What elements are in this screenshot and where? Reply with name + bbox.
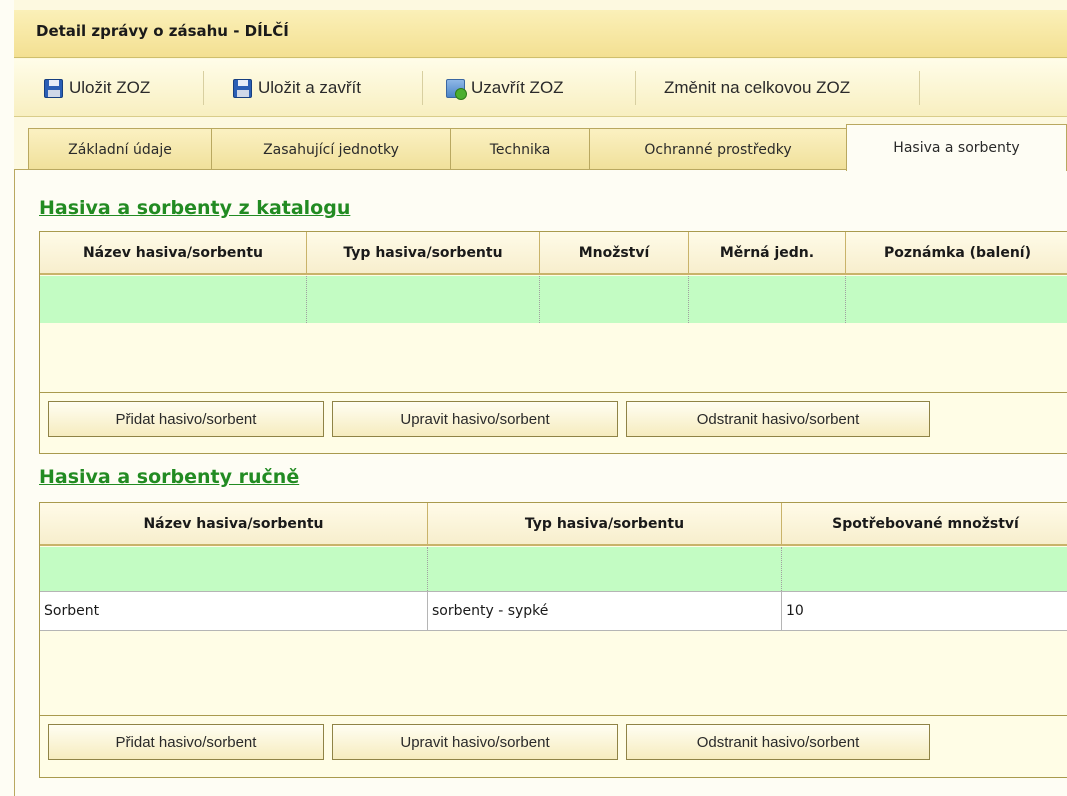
- table-cell: [540, 276, 689, 323]
- tab-strip: Základní údaje Zasahující jednotky Techn…: [14, 124, 1067, 171]
- manual-button-bar: Přidat hasivo/sorbent Upravit hasivo/sor…: [40, 715, 1067, 767]
- manual-grid: Název hasiva/sorbentu Typ hasiva/sorbent…: [39, 502, 1067, 778]
- table-row[interactable]: [40, 276, 1067, 323]
- table-row[interactable]: Sorbent sorbenty - sypké 10: [40, 591, 1067, 631]
- detail-window: Detail zprávy o zásahu - DÍLČÍ Uložit ZO…: [14, 0, 1067, 796]
- close-zoz-label: Uzavřít ZOZ: [471, 78, 564, 97]
- catalog-section-title: Hasiva a sorbenty z katalogu: [39, 197, 351, 219]
- column-header-nazev[interactable]: Název hasiva/sorbentu: [40, 503, 428, 544]
- close-zoz-button[interactable]: Uzavřít ZOZ: [432, 71, 636, 105]
- manual-section-title: Hasiva a sorbenty ručně: [39, 466, 300, 488]
- table-row[interactable]: [40, 547, 1067, 591]
- remove-catalog-item-button[interactable]: Odstranit hasivo/sorbent: [626, 401, 930, 437]
- add-catalog-item-button[interactable]: Přidat hasivo/sorbent: [48, 401, 324, 437]
- tab-technika[interactable]: Technika: [450, 128, 590, 170]
- table-cell: [782, 547, 1067, 591]
- table-cell: [40, 276, 307, 323]
- column-header-merna-jednotka[interactable]: Měrná jedn.: [689, 232, 846, 273]
- window-title: Detail zprávy o zásahu - DÍLČÍ: [14, 10, 1067, 58]
- column-header-typ[interactable]: Typ hasiva/sorbentu: [428, 503, 782, 544]
- catalog-button-bar: Přidat hasivo/sorbent Upravit hasivo/sor…: [40, 392, 1067, 444]
- tab-hasiva-a-sorbenty[interactable]: Hasiva a sorbenty: [846, 124, 1067, 171]
- cell-name: Sorbent: [40, 592, 428, 630]
- floppy-disk-icon: [44, 78, 63, 98]
- column-header-spotrebovane-mnozstvi[interactable]: Spotřebované množství: [782, 503, 1067, 544]
- save-and-close-label: Uložit a zavřít: [258, 78, 361, 97]
- floppy-disk-icon: [233, 78, 252, 98]
- table-cell: [40, 547, 428, 591]
- cell-type: sorbenty - sypké: [428, 592, 782, 630]
- save-button-label: Uložit ZOZ: [69, 78, 151, 97]
- tab-zakladni-udaje[interactable]: Základní údaje: [28, 128, 212, 170]
- column-header-nazev[interactable]: Název hasiva/sorbentu: [40, 232, 307, 273]
- add-manual-item-button[interactable]: Přidat hasivo/sorbent: [48, 724, 324, 760]
- table-cell: [846, 276, 1067, 323]
- save-and-close-button[interactable]: Uložit a zavřít: [219, 71, 423, 105]
- catalog-grid: Název hasiva/sorbentu Typ hasiva/sorbent…: [39, 231, 1067, 454]
- change-label: Změnit na celkovou ZOZ: [664, 78, 851, 97]
- save-button[interactable]: Uložit ZOZ: [30, 71, 204, 105]
- tab-panel: Hasiva a sorbenty z katalogu Název hasiv…: [14, 169, 1067, 796]
- toolbar: Uložit ZOZ Uložit a zavřít Uzavřít ZOZ Z…: [14, 59, 1067, 117]
- column-header-poznamka[interactable]: Poznámka (balení): [846, 232, 1067, 273]
- tab-ochranne-prostredky[interactable]: Ochranné prostředky: [589, 128, 847, 170]
- change-to-full-zoz-button[interactable]: Změnit na celkovou ZOZ: [650, 71, 920, 105]
- close-report-icon: [446, 78, 467, 100]
- table-cell: [428, 547, 782, 591]
- remove-manual-item-button[interactable]: Odstranit hasivo/sorbent: [626, 724, 930, 760]
- table-cell: [689, 276, 846, 323]
- table-cell: [307, 276, 540, 323]
- edit-manual-item-button[interactable]: Upravit hasivo/sorbent: [332, 724, 618, 760]
- column-header-mnozstvi[interactable]: Množství: [540, 232, 689, 273]
- tab-zasahujici-jednotky[interactable]: Zasahující jednotky: [211, 128, 451, 170]
- manual-grid-header: Název hasiva/sorbentu Typ hasiva/sorbent…: [40, 503, 1067, 546]
- column-header-typ[interactable]: Typ hasiva/sorbentu: [307, 232, 540, 273]
- edit-catalog-item-button[interactable]: Upravit hasivo/sorbent: [332, 401, 618, 437]
- cell-amount: 10: [786, 603, 804, 619]
- catalog-grid-header: Název hasiva/sorbentu Typ hasiva/sorbent…: [40, 232, 1067, 275]
